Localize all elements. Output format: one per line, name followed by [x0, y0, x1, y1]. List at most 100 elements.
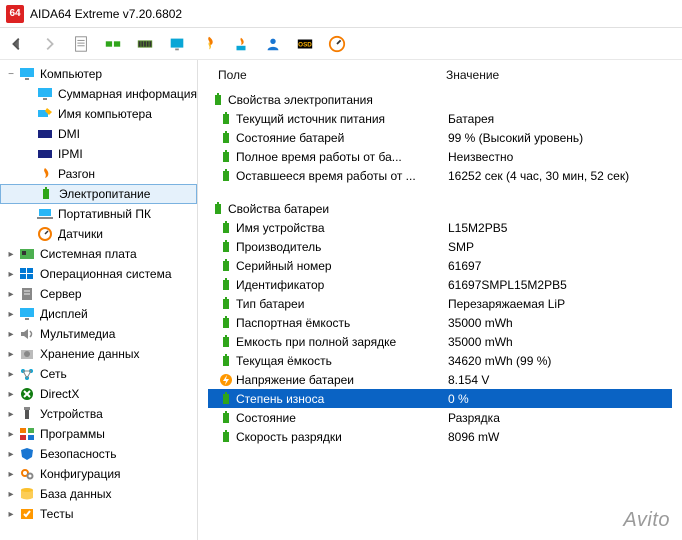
tree-item-multimedia[interactable]: ▸ Мультимедиа [0, 324, 197, 344]
content-pane[interactable]: Поле Значение Свойства электропитания Те… [198, 60, 682, 540]
property-row[interactable]: Состояние батарей99 % (Высокий уровень) [208, 128, 672, 147]
property-label: Полное время работы от ба... [236, 150, 448, 164]
tree-item-tests[interactable]: ▸ Тесты [0, 504, 197, 524]
property-label: Паспортная ёмкость [236, 316, 448, 330]
collapse-icon[interactable]: − [4, 69, 18, 80]
expand-icon[interactable]: ▸ [4, 489, 18, 500]
tree-label: Дисплей [38, 307, 88, 321]
battery-icon [216, 258, 236, 274]
disk-icon [18, 346, 36, 362]
tree-label: Сеть [38, 367, 67, 381]
property-row[interactable]: Полное время работы от ба...Неизвестно [208, 147, 672, 166]
database-icon [18, 486, 36, 502]
property-row[interactable]: СостояниеРазрядка [208, 408, 672, 427]
property-value: 34620 mWh (99 %) [448, 354, 672, 368]
forward-button[interactable] [38, 33, 60, 55]
property-value: 35000 mWh [448, 335, 672, 349]
battery-icon [216, 111, 236, 127]
property-value: 8.154 V [448, 373, 672, 387]
tree-item-computername[interactable]: Имя компьютера [0, 104, 197, 124]
app-icon: 64 [6, 5, 24, 23]
group-power-properties[interactable]: Свойства электропитания [208, 90, 672, 109]
tree-item-config[interactable]: ▸ Конфигурация [0, 464, 197, 484]
tree-label: Имя компьютера [56, 107, 152, 121]
tree-item-network[interactable]: ▸ Сеть [0, 364, 197, 384]
tree-item-os[interactable]: ▸ Операционная система [0, 264, 197, 284]
tree-label: Суммарная информация [56, 87, 197, 101]
osd-button[interactable]: OSD [294, 33, 316, 55]
monitor-button[interactable] [166, 33, 188, 55]
property-row[interactable]: Текущая ёмкость34620 mWh (99 %) [208, 351, 672, 370]
property-row[interactable]: Емкость при полной зарядке35000 mWh [208, 332, 672, 351]
property-value: 61697 [448, 259, 672, 273]
property-label: Состояние батарей [236, 131, 448, 145]
expand-icon[interactable]: ▸ [4, 509, 18, 520]
tree-item-motherboard[interactable]: ▸ Системная плата [0, 244, 197, 264]
tree-item-portable[interactable]: Портативный ПК [0, 204, 197, 224]
tree-item-security[interactable]: ▸ Безопасность [0, 444, 197, 464]
property-row[interactable]: Тип батареиПерезаряжаемая LiP [208, 294, 672, 313]
column-field[interactable]: Поле [218, 68, 446, 82]
gauge-button[interactable] [326, 33, 348, 55]
expand-icon[interactable]: ▸ [4, 289, 18, 300]
battery-icon [216, 239, 236, 255]
tree-item-server[interactable]: ▸ Сервер [0, 284, 197, 304]
expand-icon[interactable]: ▸ [4, 309, 18, 320]
user-button[interactable] [262, 33, 284, 55]
property-row[interactable]: Скорость разрядки8096 mW [208, 427, 672, 446]
chips-button[interactable] [102, 33, 124, 55]
expand-icon[interactable]: ▸ [4, 329, 18, 340]
property-row[interactable]: Идентификатор61697SMPL15M2PB5 [208, 275, 672, 294]
tree-item-sensors[interactable]: Датчики [0, 224, 197, 244]
property-value: L15M2PB5 [448, 221, 672, 235]
property-row[interactable]: Паспортная ёмкость35000 mWh [208, 313, 672, 332]
property-row[interactable]: Серийный номер61697 [208, 256, 672, 275]
report-button[interactable] [70, 33, 92, 55]
battery-icon [216, 296, 236, 312]
apps-icon [18, 426, 36, 442]
tree-item-display[interactable]: ▸ Дисплей [0, 304, 197, 324]
expand-icon[interactable]: ▸ [4, 429, 18, 440]
property-label: Текущий источник питания [236, 112, 448, 126]
property-row[interactable]: Оставшееся время работы от ...16252 сек … [208, 166, 672, 185]
expand-icon[interactable]: ▸ [4, 389, 18, 400]
column-value[interactable]: Значение [446, 68, 672, 82]
property-label: Емкость при полной зарядке [236, 335, 448, 349]
expand-icon[interactable]: ▸ [4, 249, 18, 260]
bolt-icon [216, 372, 236, 388]
property-row[interactable]: Степень износа0 % [208, 389, 672, 408]
property-row[interactable]: ПроизводительSMP [208, 237, 672, 256]
stress-button[interactable] [230, 33, 252, 55]
tree-item-devices[interactable]: ▸ Устройства [0, 404, 197, 424]
expand-icon[interactable]: ▸ [4, 369, 18, 380]
property-row[interactable]: Имя устройстваL15M2PB5 [208, 218, 672, 237]
tree-item-summary[interactable]: Суммарная информация [0, 84, 197, 104]
tree-item-storage[interactable]: ▸ Хранение данных [0, 344, 197, 364]
expand-icon[interactable]: ▸ [4, 269, 18, 280]
group-battery-properties[interactable]: Свойства батареи [208, 199, 672, 218]
tree-label: Системная плата [38, 247, 137, 261]
back-button[interactable] [6, 33, 28, 55]
tree-item-database[interactable]: ▸ База данных [0, 484, 197, 504]
tree-item-overclock[interactable]: Разгон [0, 164, 197, 184]
expand-icon[interactable]: ▸ [4, 349, 18, 360]
ipmi-icon [36, 146, 54, 162]
expand-icon[interactable]: ▸ [4, 469, 18, 480]
tree-item-ipmi[interactable]: IPMI [0, 144, 197, 164]
expand-icon[interactable]: ▸ [4, 449, 18, 460]
expand-icon[interactable]: ▸ [4, 409, 18, 420]
property-row[interactable]: Текущий источник питанияБатарея [208, 109, 672, 128]
speaker-icon [18, 326, 36, 342]
property-row[interactable]: Напряжение батареи8.154 V [208, 370, 672, 389]
property-value: 16252 сек (4 час, 30 мин, 52 сек) [448, 169, 672, 183]
tree-label: Операционная система [38, 267, 172, 281]
tree-view[interactable]: − Компьютер Суммарная информация Имя ком… [0, 60, 198, 540]
group-label: Свойства батареи [228, 202, 440, 216]
fire-button[interactable] [198, 33, 220, 55]
tree-item-power[interactable]: Электропитание [0, 184, 197, 204]
ram-button[interactable] [134, 33, 156, 55]
tree-item-directx[interactable]: ▸ DirectX [0, 384, 197, 404]
tree-item-dmi[interactable]: DMI [0, 124, 197, 144]
tree-item-computer[interactable]: − Компьютер [0, 64, 197, 84]
tree-item-programs[interactable]: ▸ Программы [0, 424, 197, 444]
